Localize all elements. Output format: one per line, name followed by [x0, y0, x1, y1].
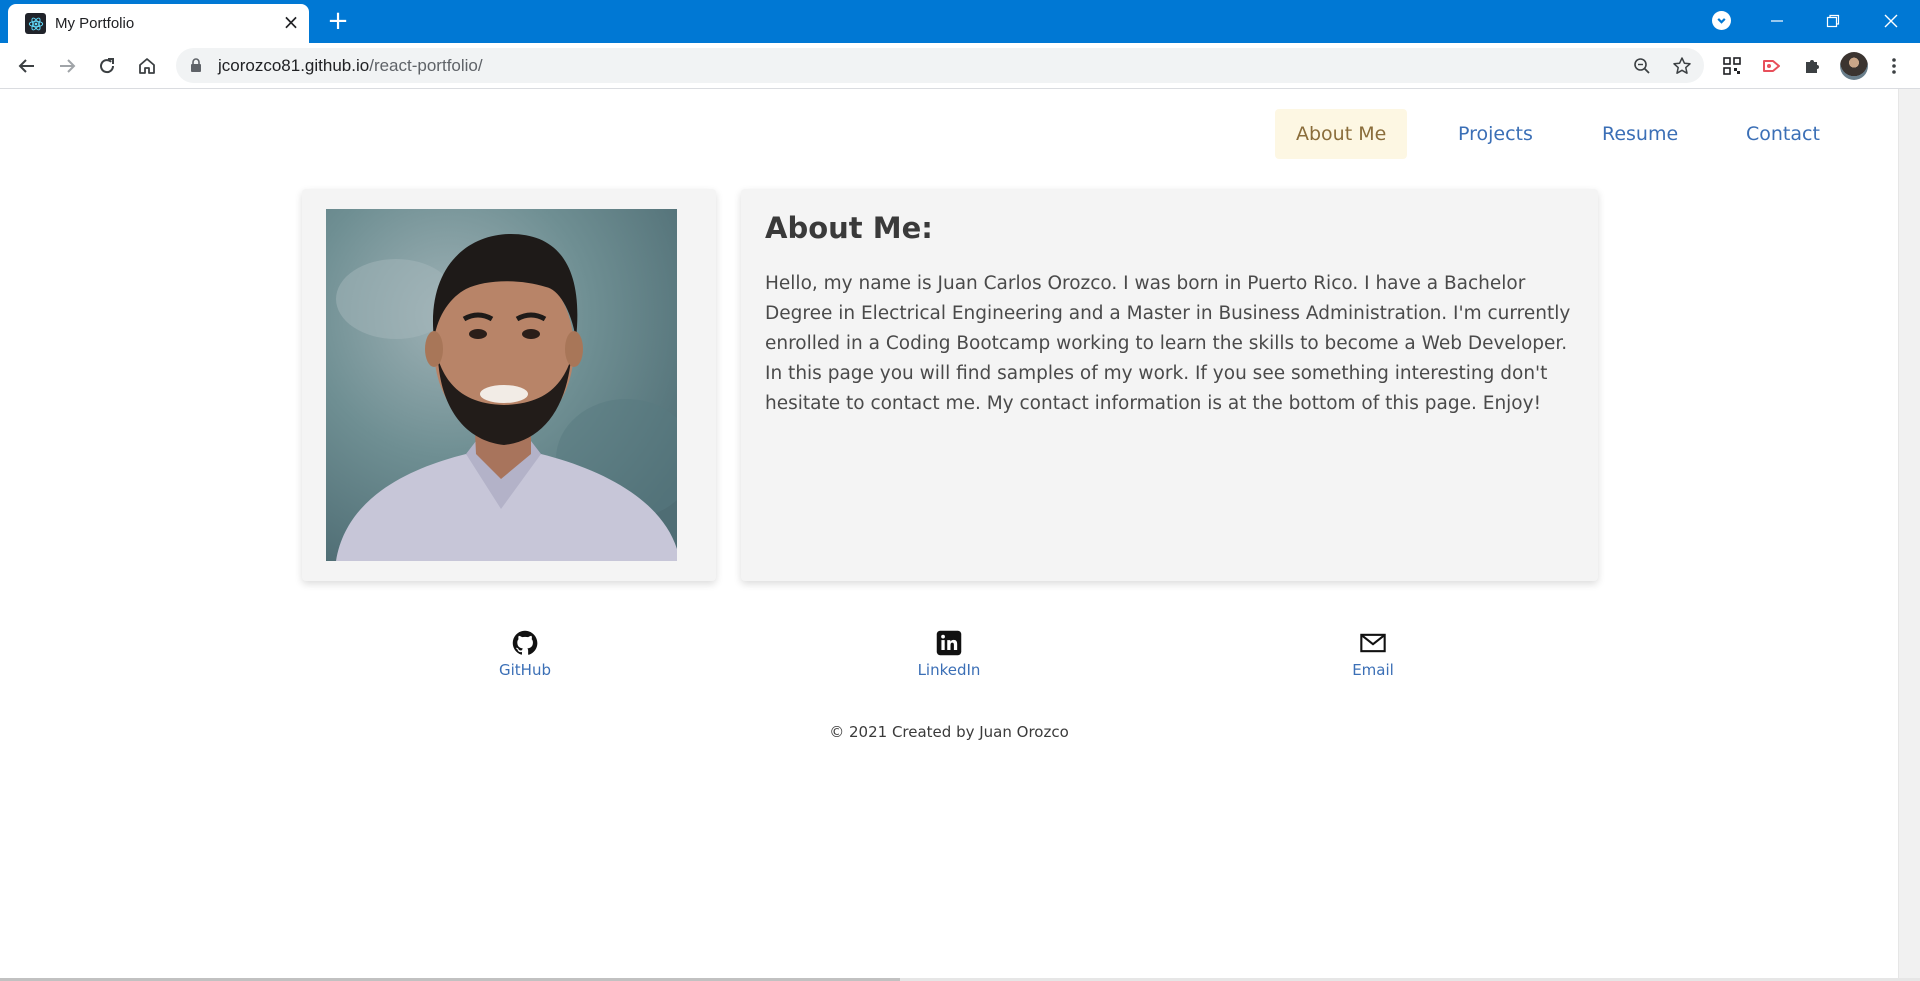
github-icon [511, 629, 539, 657]
qr-code-extension-icon[interactable] [1720, 54, 1744, 78]
site-navbar: About Me Projects Resume Contact [0, 109, 1898, 161]
nav-about-me[interactable]: About Me [1275, 109, 1408, 159]
menu-kebab-icon[interactable] [1882, 54, 1906, 78]
about-me-card: About Me: Hello, my name is Juan Carlos … [741, 189, 1598, 581]
bookmark-star-icon[interactable] [1670, 54, 1694, 78]
address-bar[interactable]: jcorozco81.github.io/react-portfolio/ [176, 48, 1704, 83]
profile-photo-card [302, 189, 716, 581]
react-favicon-icon [25, 13, 46, 34]
tab-close-icon[interactable]: × [280, 11, 302, 33]
email-icon [1359, 629, 1387, 657]
browser-toolbar: jcorozco81.github.io/react-portfolio/ [0, 43, 1920, 89]
email-label: Email [1352, 661, 1394, 679]
close-window-icon[interactable] [1871, 6, 1911, 36]
video-extension-icon[interactable] [1760, 54, 1784, 78]
about-title: About Me: [765, 211, 933, 245]
nav-resume[interactable]: Resume [1581, 109, 1699, 159]
reload-icon[interactable] [93, 52, 121, 80]
vertical-scrollbar[interactable] [1898, 89, 1920, 978]
browser-title-bar: My Portfolio × + [0, 0, 1920, 43]
url-path: /react-portfolio/ [369, 56, 483, 75]
home-icon[interactable] [133, 52, 161, 80]
profile-menu-icon[interactable] [1712, 11, 1731, 30]
footer-copyright: © 2021 Created by Juan Orozco [829, 723, 1069, 741]
extensions-puzzle-icon[interactable] [1800, 54, 1824, 78]
linkedin-label: LinkedIn [917, 661, 981, 679]
profile-photo [326, 209, 677, 561]
minimize-icon[interactable] [1757, 6, 1797, 36]
forward-icon[interactable] [53, 52, 81, 80]
new-tab-icon[interactable]: + [325, 8, 351, 35]
github-link[interactable]: GitHub [465, 629, 585, 679]
nav-projects[interactable]: Projects [1437, 109, 1554, 159]
user-avatar[interactable] [1840, 52, 1868, 80]
page-viewport: About Me Projects Resume Contact About M… [0, 89, 1898, 978]
email-link[interactable]: Email [1313, 629, 1433, 679]
tab-title: My Portfolio [55, 15, 135, 32]
linkedin-link[interactable]: LinkedIn [889, 629, 1009, 679]
about-description: Hello, my name is Juan Carlos Orozco. I … [765, 273, 1571, 414]
lock-icon[interactable] [190, 58, 202, 77]
url-text: jcorozco81.github.io/react-portfolio/ [218, 56, 483, 76]
restore-icon[interactable] [1813, 6, 1853, 36]
browser-tab[interactable]: My Portfolio × [8, 4, 309, 43]
zoom-icon[interactable] [1630, 54, 1654, 78]
github-label: GitHub [499, 661, 551, 679]
linkedin-icon [935, 629, 963, 657]
back-icon[interactable] [13, 52, 41, 80]
nav-contact[interactable]: Contact [1725, 109, 1841, 159]
url-host: jcorozco81.github.io [218, 56, 370, 75]
